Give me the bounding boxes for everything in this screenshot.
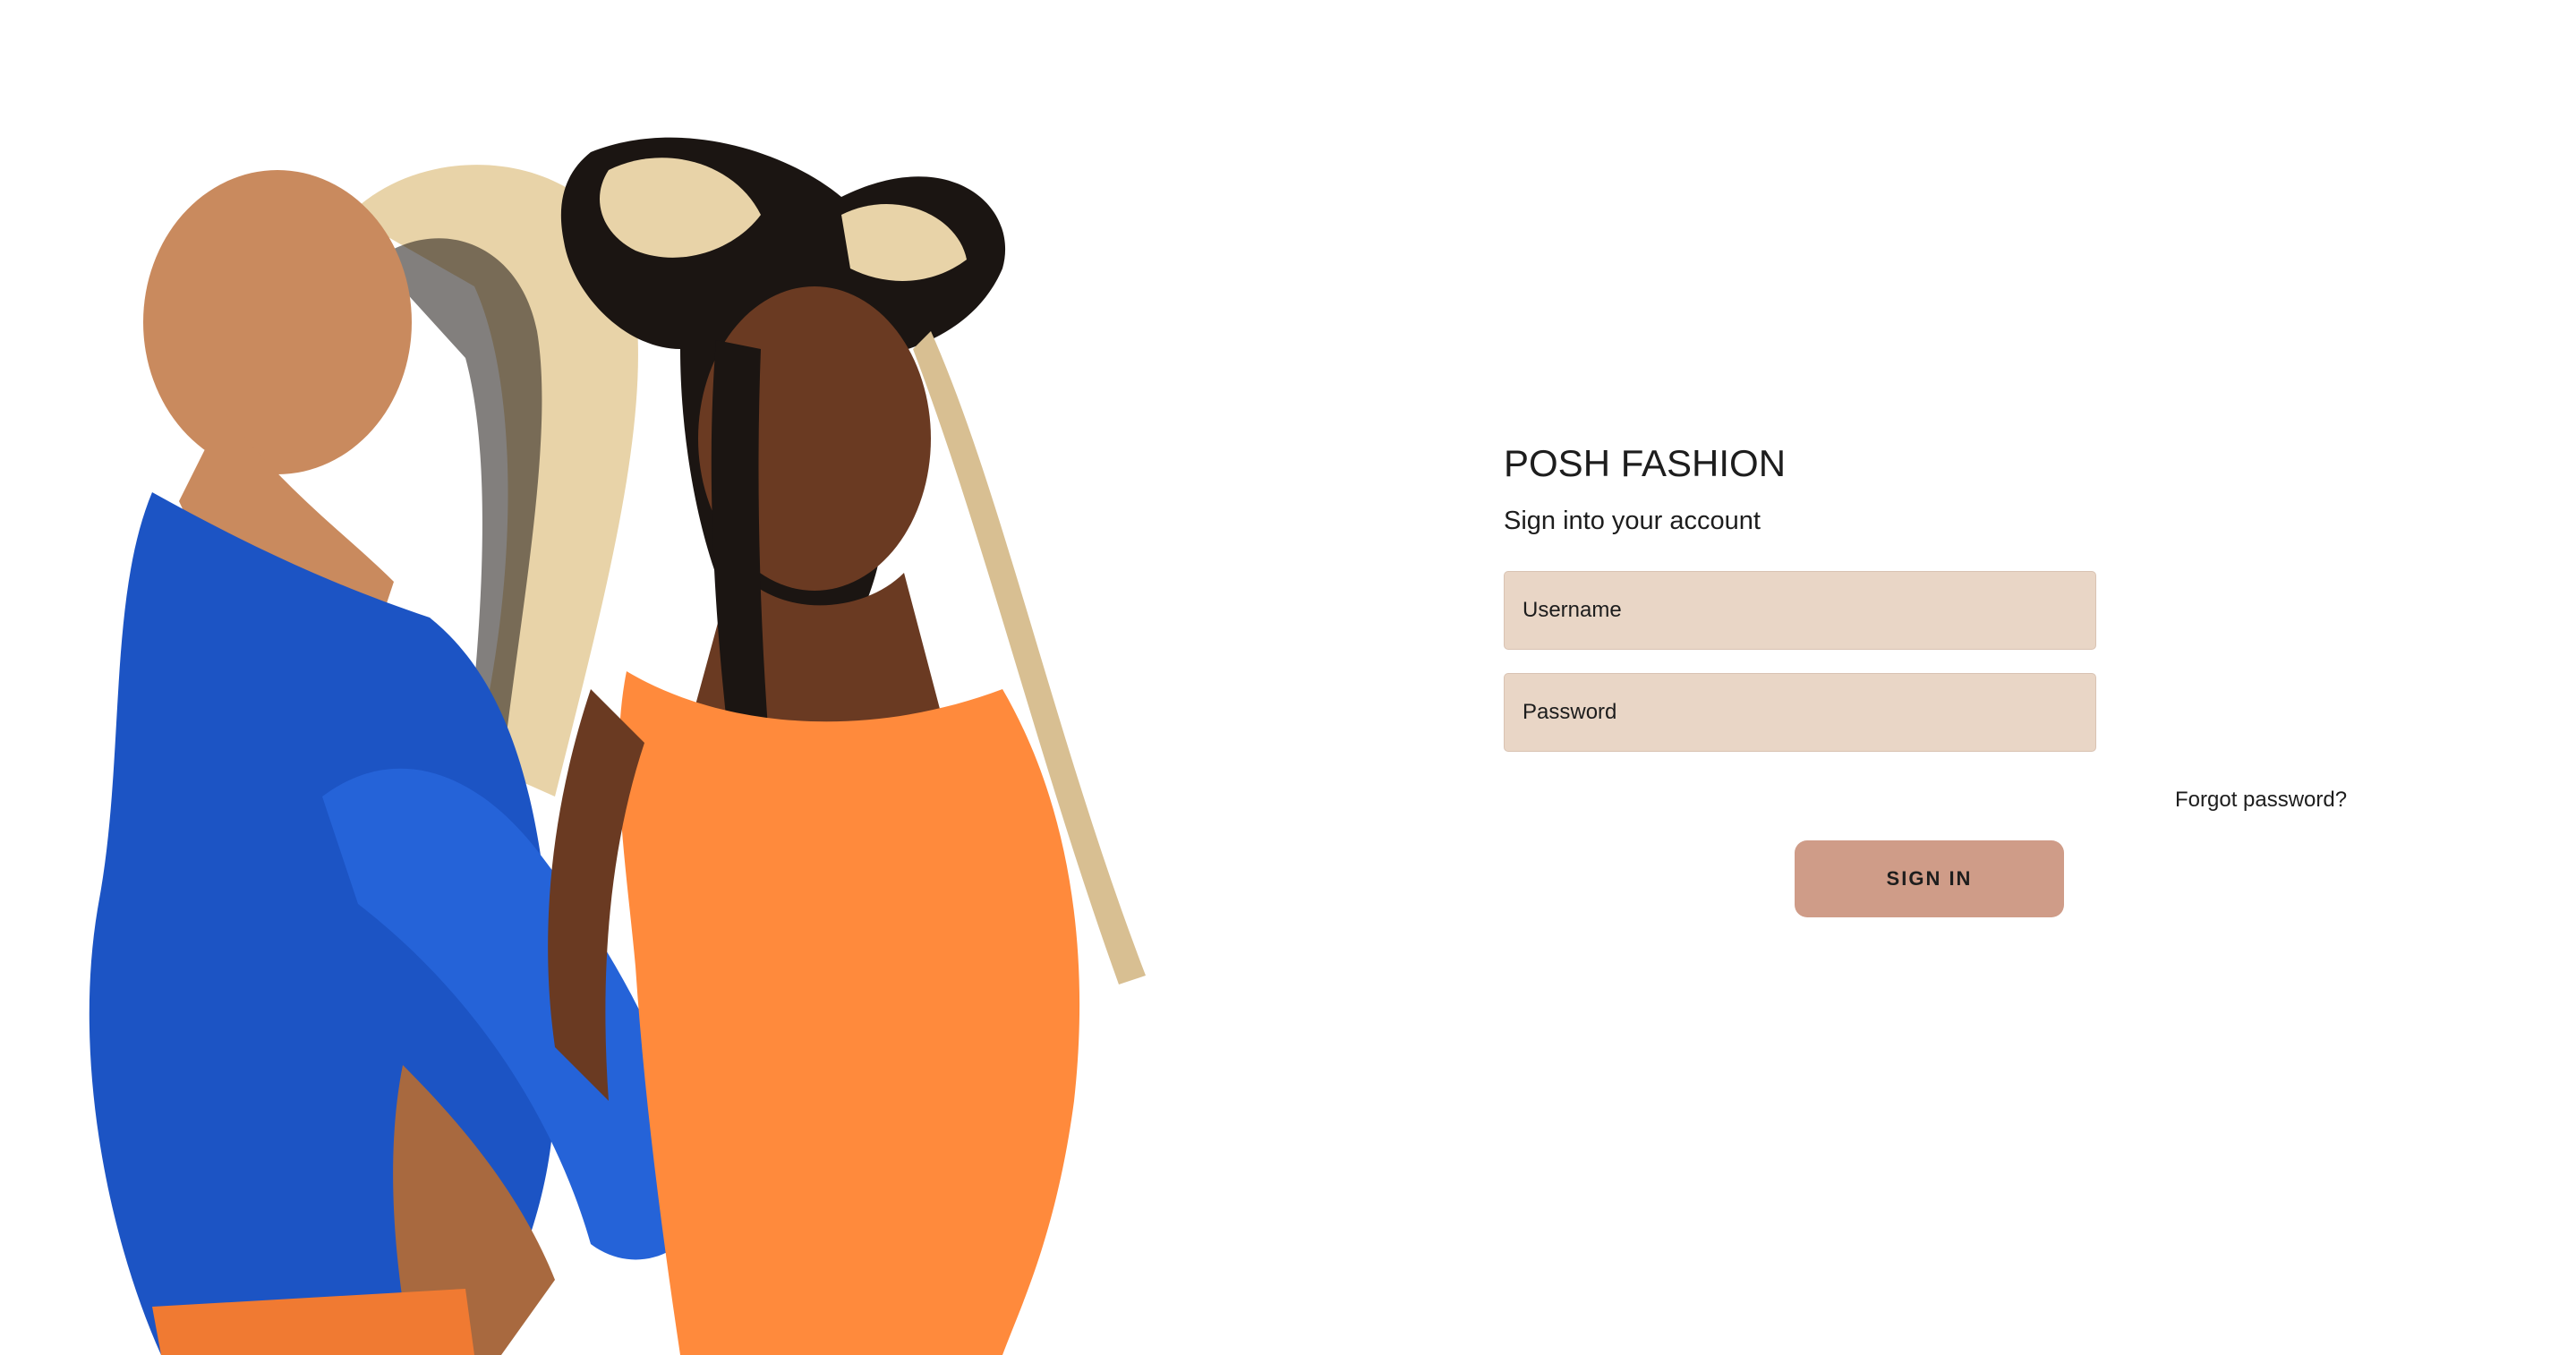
signin-subtitle: Sign into your account [1504, 507, 1761, 535]
login-page: POSH FASHION Sign into your account Forg… [0, 0, 2576, 1355]
password-field[interactable] [1504, 673, 2096, 752]
hero-image [54, 116, 1208, 1355]
brand-title: POSH FASHION [1504, 442, 1787, 484]
forgot-password-link[interactable]: Forgot password? [2175, 788, 2347, 813]
username-field[interactable] [1504, 571, 2096, 650]
signin-panel: POSH FASHION Sign into your account Forg… [1504, 437, 2363, 917]
sign-in-button[interactable]: SIGN IN [1795, 840, 2064, 917]
